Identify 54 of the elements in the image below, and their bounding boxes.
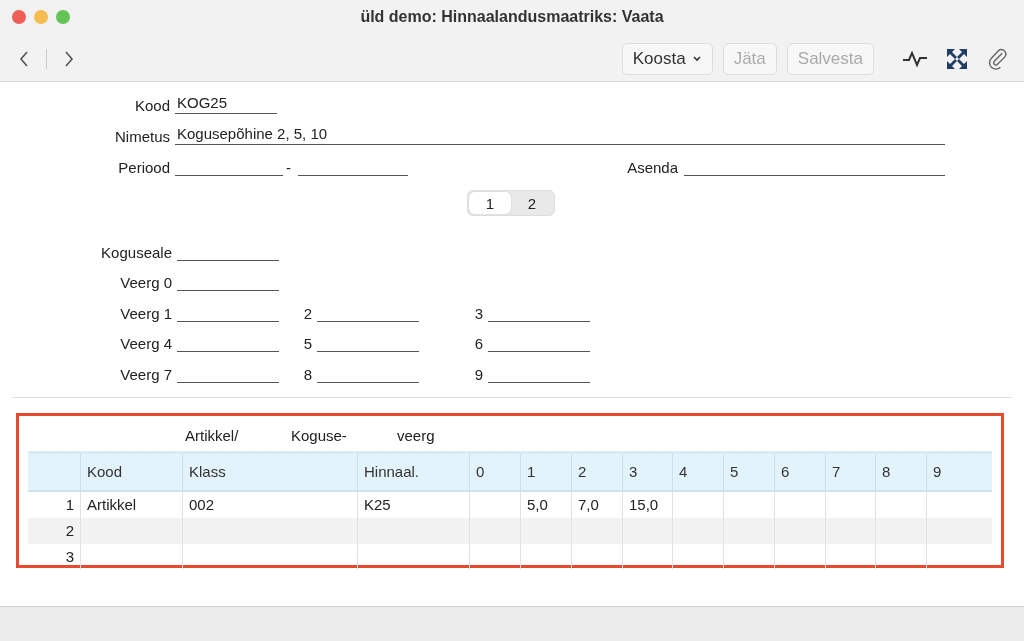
expand-arrows-icon[interactable]: [946, 48, 968, 70]
field-label: 8: [302, 365, 313, 383]
column-header[interactable]: 0: [469, 453, 520, 490]
field-label: Koguseale: [100, 243, 173, 261]
column-header[interactable]: 8: [875, 453, 926, 490]
group-header: Koguse-: [291, 426, 347, 444]
range-separator: -: [285, 159, 292, 176]
field-label: Asenda: [626, 159, 679, 176]
koosta-menu-button[interactable]: Koosta: [621, 43, 713, 75]
group-header: veerg: [397, 426, 435, 444]
close-window-button[interactable]: [12, 10, 26, 24]
row-number: 3: [64, 547, 75, 567]
table-cell: Artikkel: [80, 491, 182, 518]
page-tab[interactable]: 2: [511, 192, 553, 214]
forward-chevron-icon[interactable]: [63, 49, 75, 69]
column-header[interactable]: 4: [672, 453, 723, 490]
field-label: 6: [473, 335, 484, 352]
field-label: 5: [302, 335, 313, 352]
page-tab[interactable]: 1: [469, 192, 511, 214]
column-header[interactable]: 9: [926, 453, 993, 490]
column-header[interactable]: 6: [774, 453, 825, 490]
field-label: Nimetus: [114, 128, 171, 145]
table-cell: K25: [357, 491, 469, 518]
field-label: Kood: [133, 97, 171, 114]
column-header[interactable]: Hinnaal.: [357, 453, 469, 490]
code-field[interactable]: KOG25: [175, 94, 277, 114]
back-chevron-icon[interactable]: [18, 49, 30, 69]
name-field[interactable]: Kogusepõhine 2, 5, 10: [175, 125, 945, 145]
column-header[interactable]: 7: [825, 453, 875, 490]
column-header[interactable]: Klass: [182, 453, 357, 490]
table-cell: 002: [182, 491, 357, 518]
window-title: üld demo: Hinnaalandusmaatriks: Vaata: [360, 7, 664, 27]
caret-icon: [691, 55, 702, 63]
field-label: Veerg 1: [119, 304, 173, 322]
table-cell: 7,0: [571, 491, 622, 518]
column-header[interactable]: 1: [520, 453, 571, 490]
row-number: 1: [64, 495, 75, 515]
column-header[interactable]: 5: [723, 453, 774, 490]
activity-line-icon[interactable]: [902, 50, 928, 68]
table-cell: 5,0: [520, 491, 571, 518]
field-label: Veerg 7: [119, 365, 173, 383]
paperclip-icon[interactable]: [986, 47, 1010, 71]
field-label: 9: [473, 365, 484, 383]
column-header[interactable]: 2: [571, 453, 622, 490]
field-label: Veerg 4: [119, 335, 173, 352]
field-label: 2: [302, 304, 313, 322]
group-header: Artikkel/: [185, 426, 239, 444]
field-label: Veerg 0: [119, 274, 173, 291]
field-label: Periood: [117, 159, 171, 176]
row-number: 2: [64, 521, 75, 541]
column-header[interactable]: 3: [622, 453, 672, 490]
column-header[interactable]: Kood: [80, 453, 182, 490]
field-label: 3: [473, 304, 484, 322]
table-cell: 15,0: [622, 491, 672, 518]
